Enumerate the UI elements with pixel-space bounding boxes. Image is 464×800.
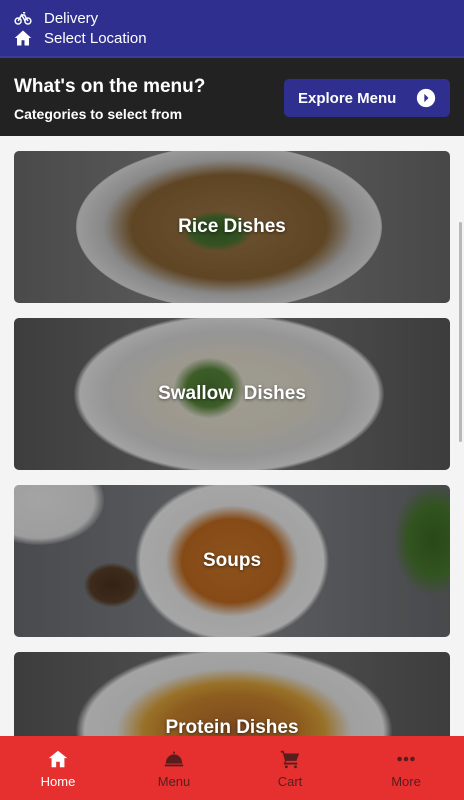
home-icon	[48, 750, 68, 767]
category-label: Rice Dishes	[178, 216, 286, 237]
nav-label: Menu	[157, 773, 191, 789]
menu-header: What's on the menu? Categories to select…	[0, 56, 464, 136]
category-list: Rice Dishes Swallow Dishes Soups Protein…	[0, 136, 464, 736]
more-dots-icon	[397, 756, 415, 761]
bottom-navigation: Home Menu Cart More	[0, 736, 464, 800]
app-screen: Delivery Select Location What's on the m…	[0, 0, 464, 800]
category-card-soups[interactable]: Soups	[14, 485, 450, 637]
nav-label: More	[391, 773, 421, 789]
nav-item-cart[interactable]: Cart	[232, 736, 348, 800]
home-location-icon	[14, 30, 32, 46]
menu-subtitle: Categories to select from	[14, 106, 183, 122]
nav-label: Home	[40, 773, 76, 789]
arrow-circle-right-icon	[416, 88, 436, 108]
scrollbar[interactable]	[459, 222, 462, 442]
category-card-swallow[interactable]: Swallow Dishes	[14, 318, 450, 470]
location-row[interactable]: Select Location	[14, 28, 450, 48]
menu-title: What's on the menu?	[14, 76, 206, 97]
delivery-row[interactable]: Delivery	[14, 8, 450, 28]
category-label: Soups	[202, 550, 262, 571]
nav-item-menu[interactable]: Menu	[116, 736, 232, 800]
nav-label: Cart	[277, 773, 303, 789]
category-card-rice[interactable]: Rice Dishes	[14, 151, 450, 303]
explore-menu-button[interactable]: Explore Menu	[284, 79, 450, 117]
category-label: Swallow Dishes	[158, 383, 306, 404]
nav-item-more[interactable]: More	[348, 736, 464, 800]
bicycle-icon	[14, 12, 32, 25]
delivery-label: Delivery	[44, 9, 99, 27]
cloche-icon	[164, 751, 184, 766]
nav-item-home[interactable]: Home	[0, 736, 116, 800]
explore-menu-label: Explore Menu	[298, 89, 397, 107]
location-label: Select Location	[44, 29, 147, 47]
category-card-protein[interactable]: Protein Dishes	[14, 652, 450, 736]
top-bar: Delivery Select Location	[0, 0, 464, 56]
category-label: Protein Dishes	[165, 717, 299, 736]
cart-icon	[280, 750, 300, 768]
